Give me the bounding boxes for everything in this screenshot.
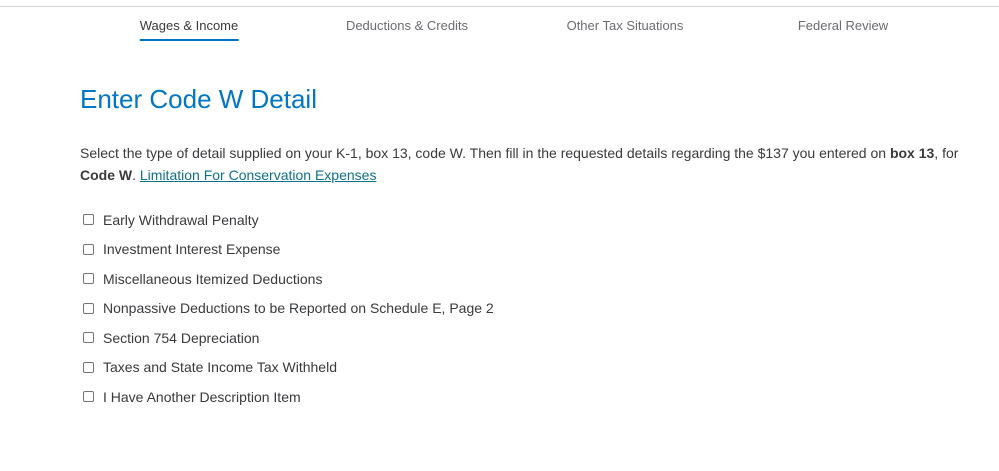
top-divider [0,6,999,7]
tab-federal-review[interactable]: Federal Review [798,18,888,33]
option-label[interactable]: Miscellaneous Itemized Deductions [103,271,322,287]
intro-text-part1: Select the type of detail supplied on yo… [80,145,890,161]
tab-wages-income[interactable]: Wages & Income [139,18,238,41]
intro-text-part3: . [132,166,140,183]
option-miscellaneous-itemized-deductions[interactable]: Miscellaneous Itemized Deductions [82,264,494,294]
another-description-item-checkbox[interactable] [83,391,94,403]
option-early-withdrawal-penalty[interactable]: Early Withdrawal Penalty [82,205,494,235]
option-label[interactable]: Investment Interest Expense [103,241,280,257]
progress-nav: Wages & Income Deductions & Credits Othe… [0,18,999,44]
taxes-state-income-tax-withheld-checkbox[interactable] [83,361,94,373]
early-withdrawal-penalty-checkbox[interactable] [83,214,94,226]
miscellaneous-itemized-deductions-checkbox[interactable] [83,273,94,285]
tab-deductions-credits[interactable]: Deductions & Credits [346,18,468,33]
option-label[interactable]: Section 754 Depreciation [103,330,259,346]
conservation-expenses-link[interactable]: Limitation For Conservation Expenses [140,167,377,183]
nonpassive-deductions-checkbox[interactable] [83,302,94,314]
option-label[interactable]: I Have Another Description Item [103,389,301,405]
investment-interest-expense-checkbox[interactable] [83,243,94,255]
intro-bold-code: Code W [80,166,133,183]
section-754-depreciation-checkbox[interactable] [83,332,94,344]
option-investment-interest-expense[interactable]: Investment Interest Expense [82,235,494,265]
option-another-description-item[interactable]: I Have Another Description Item [82,382,494,412]
option-section-754-depreciation[interactable]: Section 754 Depreciation [82,323,494,353]
intro-text-part2: , for [934,145,959,161]
page-title: Enter Code W Detail [80,84,317,114]
option-label[interactable]: Nonpassive Deductions to be Reported on … [103,300,494,316]
option-label[interactable]: Taxes and State Income Tax Withheld [103,359,337,375]
tab-other-tax-situations[interactable]: Other Tax Situations [567,18,684,33]
option-nonpassive-deductions[interactable]: Nonpassive Deductions to be Reported on … [82,294,494,324]
option-label[interactable]: Early Withdrawal Penalty [103,212,259,228]
option-taxes-state-income-tax-withheld[interactable]: Taxes and State Income Tax Withheld [82,353,494,383]
detail-type-options: Early Withdrawal Penalty Investment Inte… [82,205,494,412]
intro-bold-box: box 13 [889,145,935,161]
intro-text: Select the type of detail supplied on yo… [80,143,960,186]
